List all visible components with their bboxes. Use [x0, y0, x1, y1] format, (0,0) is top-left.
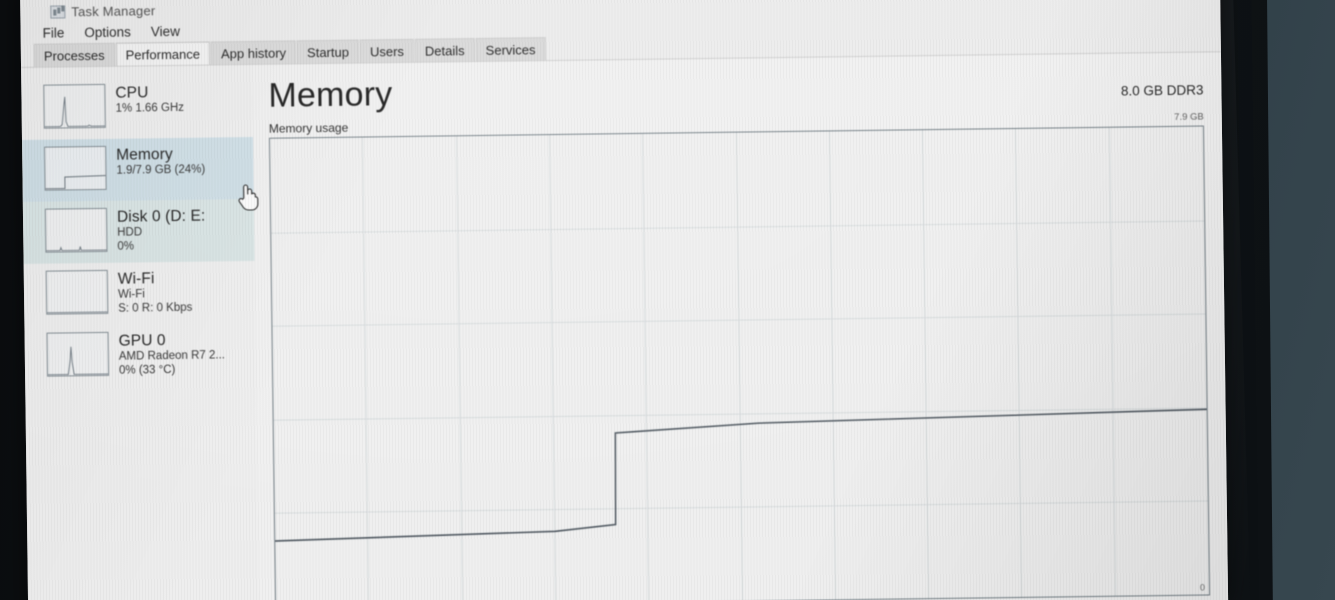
memory-thumbnail	[44, 145, 107, 191]
window-title: Task Manager	[71, 3, 156, 20]
sidebar-item-disk0-title: Disk 0 (D: E:	[116, 207, 206, 226]
memory-sparkline-icon	[45, 175, 106, 190]
graph-caption: Memory usage	[268, 120, 349, 136]
sidebar-item-wifi-sub: Wi-Fi	[117, 288, 145, 302]
memory-usage-graph: 0	[268, 125, 1211, 600]
cpu-sparkline-icon	[44, 96, 105, 128]
menu-options[interactable]: Options	[84, 24, 131, 40]
sidebar-item-wifi-title: Wi-Fi	[117, 270, 155, 288]
sidebar-item-memory-sub: 1.9/7.9 GB (24%)	[116, 163, 206, 178]
maximize-restore-button[interactable]	[1120, 0, 1166, 6]
performance-content: CPU 1% 1.66 GHz Memory 1.9/7.9 GB (24%) …	[21, 52, 1229, 600]
memory-detail-pane: Memory 8.0 GB DDR3 Memory usage 7.9 GB 0	[252, 52, 1229, 600]
menu-file[interactable]: File	[42, 25, 64, 40]
task-manager-icon	[50, 5, 66, 19]
tab-startup[interactable]: Startup	[296, 39, 360, 64]
gpu0-sparkline-icon	[48, 346, 109, 376]
menu-view[interactable]: View	[151, 23, 180, 38]
sidebar-item-disk0-sub2: 0%	[117, 240, 135, 253]
cpu-thumbnail	[43, 83, 106, 129]
tab-performance[interactable]: Performance	[115, 41, 211, 66]
sidebar-item-memory-title: Memory	[116, 146, 173, 164]
sidebar-item-disk0[interactable]: Disk 0 (D: E: HDD 0%	[22, 198, 255, 264]
memory-spec-label: 8.0 GB DDR3	[1120, 82, 1204, 99]
sidebar-item-cpu[interactable]: CPU 1% 1.66 GHz	[21, 75, 253, 140]
sidebar-item-memory[interactable]: Memory 1.9/7.9 GB (24%)	[21, 136, 254, 202]
wifi-thumbnail	[45, 269, 109, 315]
sidebar-item-cpu-sub: 1% 1.66 GHz	[115, 102, 185, 116]
window-controls: ×	[1074, 0, 1212, 6]
tab-processes[interactable]: Processes	[33, 42, 115, 67]
laptop-screen: Task Manager × File Options View Process…	[20, 0, 1229, 600]
photo-scene: Task Manager × File Options View Process…	[0, 0, 1335, 600]
sidebar-item-gpu0-sub2: 0% (33 °C)	[118, 363, 176, 377]
graph-y-max-label: 7.9 GB	[1174, 111, 1204, 123]
minimize-button[interactable]	[1074, 0, 1120, 6]
page-title: Memory	[268, 75, 393, 115]
disk0-thumbnail	[44, 207, 108, 253]
memory-usage-plot	[275, 408, 1207, 542]
sidebar-item-wifi[interactable]: Wi-Fi Wi-Fi S: 0 R: 0 Kbps	[24, 261, 256, 326]
sidebar-item-disk0-sub: HDD	[117, 226, 143, 240]
close-button[interactable]: ×	[1166, 0, 1212, 5]
disk0-sparkline-icon	[46, 246, 107, 252]
tab-app-history[interactable]: App history	[210, 40, 297, 65]
tab-details[interactable]: Details	[414, 38, 475, 62]
sidebar-item-cpu-title: CPU	[115, 84, 149, 102]
sidebar-item-gpu0-sub: AMD Radeon R7 2...	[118, 349, 226, 364]
wifi-sparkline-icon	[47, 311, 108, 314]
graph-y-min-label: 0	[1199, 582, 1206, 593]
resource-list: CPU 1% 1.66 GHz Memory 1.9/7.9 GB (24%) …	[21, 64, 260, 600]
sidebar-item-gpu0[interactable]: GPU 0 AMD Radeon R7 2... 0% (33 °C)	[24, 323, 256, 388]
sidebar-item-gpu0-title: GPU 0	[118, 332, 166, 350]
tab-users[interactable]: Users	[359, 38, 415, 63]
tab-services[interactable]: Services	[475, 37, 546, 62]
sidebar-item-wifi-sub2: S: 0 R: 0 Kbps	[118, 301, 193, 315]
gpu0-thumbnail	[46, 331, 110, 377]
